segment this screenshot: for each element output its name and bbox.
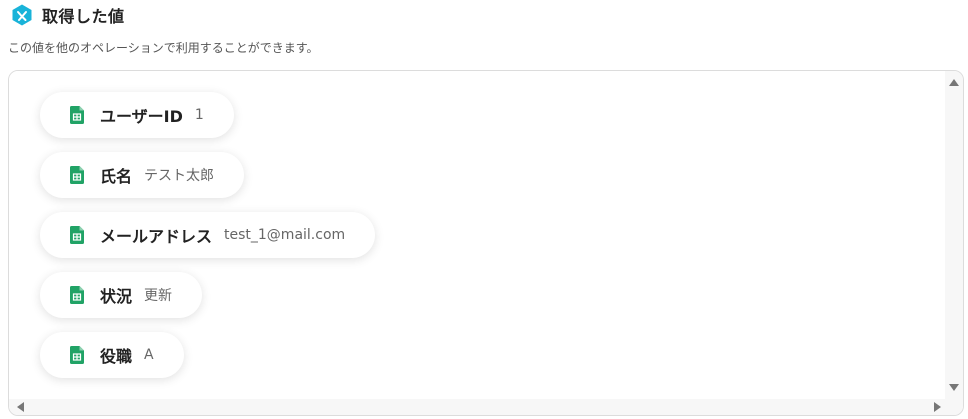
section-title: 取得した値 [42, 7, 125, 26]
value-chip-user-id[interactable]: ユーザーID 1 [40, 92, 234, 138]
value-chip-status[interactable]: 状況 更新 [40, 272, 203, 318]
field-value: テスト太郎 [144, 168, 215, 184]
field-label: メールアドレス [100, 227, 213, 246]
field-value: A [144, 347, 154, 363]
horizontal-scrollbar[interactable] [9, 399, 963, 415]
sheet-icon [70, 106, 84, 124]
field-value: 1 [194, 107, 204, 123]
app-logo-icon [12, 4, 32, 26]
values-panel: ユーザーID 1 氏名 テスト太郎 メールアドレス test_1@mail.co… [8, 70, 964, 416]
sheet-icon [70, 166, 84, 184]
section-header: 取得した値 [10, 3, 125, 27]
scroll-left-arrow-icon[interactable] [17, 402, 24, 412]
value-chip-role[interactable]: 役職 A [40, 332, 184, 378]
sheet-icon [70, 346, 84, 364]
field-label: 状況 [100, 287, 133, 306]
field-value: test_1@mail.com [224, 227, 346, 243]
field-label: ユーザーID [100, 107, 183, 126]
vertical-scrollbar[interactable] [945, 71, 963, 399]
scroll-right-arrow-icon[interactable] [934, 402, 941, 412]
sheet-icon [70, 226, 84, 244]
scroll-up-arrow-icon[interactable] [949, 79, 959, 86]
field-value: 更新 [144, 288, 173, 304]
sheet-icon [70, 286, 84, 304]
section-description: この値を他のオペレーションで利用することができます。 [8, 41, 319, 55]
value-chip-name[interactable]: 氏名 テスト太郎 [40, 152, 245, 198]
scroll-down-arrow-icon[interactable] [949, 384, 959, 391]
field-label: 氏名 [100, 167, 133, 186]
values-list: ユーザーID 1 氏名 テスト太郎 メールアドレス test_1@mail.co… [9, 71, 945, 399]
value-chip-email[interactable]: メールアドレス test_1@mail.com [40, 212, 376, 258]
field-label: 役職 [100, 347, 133, 366]
